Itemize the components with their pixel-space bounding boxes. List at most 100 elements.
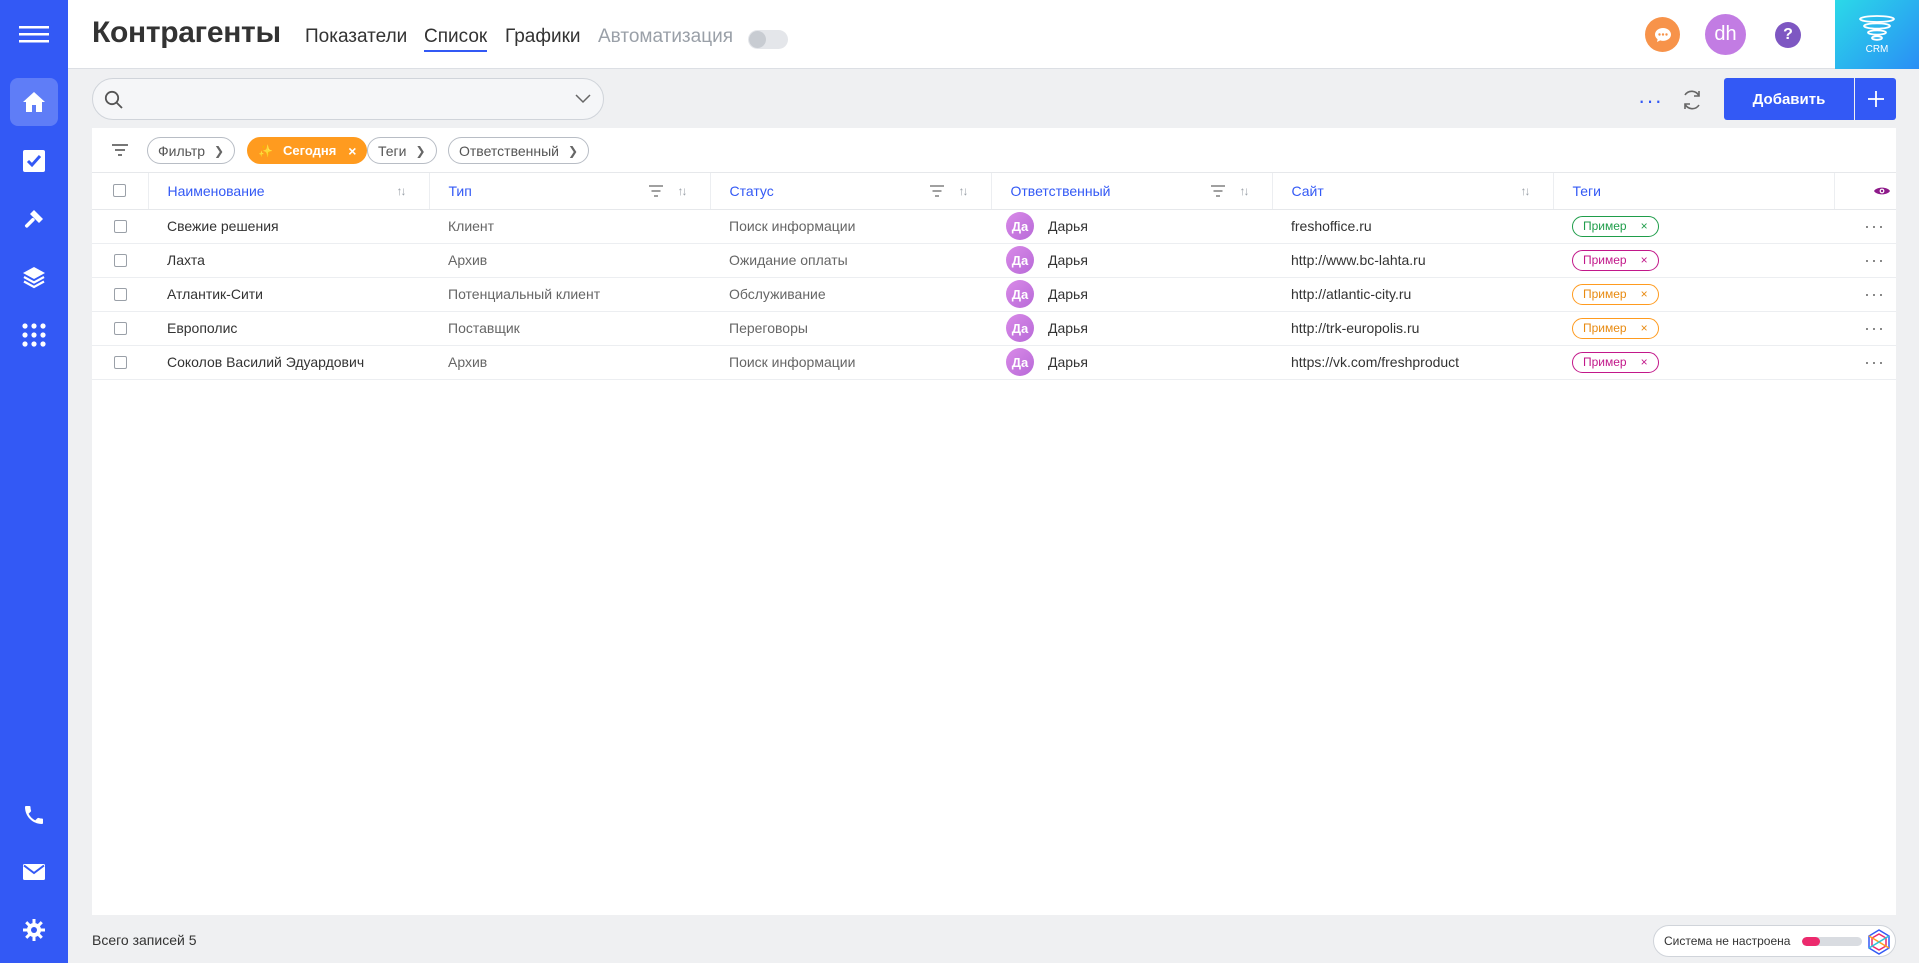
row-select-cell	[92, 345, 148, 380]
cell-site[interactable]: http://atlantic-city.ru	[1272, 277, 1553, 312]
column-filter-icon[interactable]	[1210, 184, 1226, 198]
menu-icon[interactable]	[10, 10, 58, 58]
tab-automation[interactable]: Автоматизация	[598, 26, 733, 48]
add-button[interactable]: Добавить	[1724, 78, 1854, 120]
tab-charts[interactable]: Графики	[505, 26, 581, 48]
column-header-site[interactable]: Сайт ↑↓	[1272, 173, 1554, 210]
close-icon[interactable]: ×	[1641, 321, 1648, 335]
close-icon[interactable]: ×	[1641, 219, 1648, 233]
column-header-name[interactable]: Наименование ↑↓	[148, 173, 430, 210]
refresh-icon[interactable]	[1680, 88, 1704, 112]
cell-name[interactable]: Свежие решения	[148, 209, 429, 244]
filter-chip-responsible[interactable]: Ответственный ❯	[448, 137, 590, 164]
table-row[interactable]: Соколов Василий Эдуардович Архив Поиск инф…	[92, 345, 1896, 380]
table-row[interactable]: Свежие решения Клиент Поиск информации Да Да…	[92, 209, 1896, 244]
sort-icon[interactable]: ↑↓	[1521, 184, 1531, 198]
column-header-tags[interactable]: Теги	[1553, 173, 1835, 210]
responsible-name: Дарья	[1048, 252, 1088, 268]
cell-site[interactable]: http://www.bc-lahta.ru	[1272, 243, 1553, 278]
cell-tags: Пример ×	[1553, 311, 1834, 346]
cell-status: Поиск информации	[710, 345, 991, 380]
cell-name[interactable]: Соколов Василий Эдуардович	[148, 345, 429, 380]
layers-icon[interactable]	[10, 253, 58, 301]
cell-type: Клиент	[429, 209, 710, 244]
tag-badge[interactable]: Пример ×	[1572, 215, 1659, 237]
cell-site[interactable]: https://vk.com/freshproduct	[1272, 345, 1553, 380]
eye-icon[interactable]	[1873, 185, 1891, 197]
cell-site[interactable]: http://trk-europolis.ru	[1272, 311, 1553, 346]
mail-icon[interactable]	[10, 848, 58, 896]
sort-icon[interactable]: ↑↓	[397, 184, 407, 198]
assistant-logo-icon[interactable]	[1865, 928, 1893, 956]
gear-icon[interactable]	[10, 906, 58, 954]
home-icon[interactable]	[10, 78, 58, 126]
filter-chip-filter[interactable]: Фильтр ❯	[147, 137, 236, 164]
search-input[interactable]	[131, 87, 551, 111]
row-checkbox[interactable]	[113, 253, 127, 267]
row-menu-icon[interactable]: ···	[1834, 243, 1896, 278]
chat-button[interactable]	[1645, 17, 1680, 52]
tab-indicators[interactable]: Показатели	[305, 26, 407, 48]
add-plus-button[interactable]	[1855, 78, 1896, 120]
column-label: Наименование	[167, 182, 265, 199]
cell-name[interactable]: Лахта	[148, 243, 429, 278]
row-menu-icon[interactable]: ···	[1834, 209, 1896, 244]
cell-name[interactable]: Европолис	[148, 311, 429, 346]
filter-lines-icon[interactable]	[111, 142, 129, 158]
cell-site[interactable]: freshoffice.ru	[1272, 209, 1553, 244]
sort-icon[interactable]: ↑↓	[678, 184, 688, 198]
close-icon[interactable]: ×	[1641, 355, 1648, 369]
tag-badge[interactable]: Пример ×	[1572, 317, 1659, 339]
table-row[interactable]: Атлантик-Сити Потенциальный клиент Обслужи…	[92, 277, 1896, 312]
column-label: Статус	[729, 182, 774, 199]
row-menu-icon[interactable]: ···	[1834, 345, 1896, 380]
user-avatar[interactable]: dh	[1705, 14, 1746, 55]
select-all-checkbox[interactable]	[113, 184, 127, 198]
row-checkbox[interactable]	[113, 355, 127, 369]
column-header-responsible[interactable]: Ответственный ↑↓	[991, 173, 1273, 210]
row-menu-icon[interactable]: ···	[1834, 277, 1896, 312]
crm-logo[interactable]: CRM	[1835, 0, 1919, 69]
responsible-name: Дарья	[1048, 354, 1088, 370]
more-options-icon[interactable]: ···	[1638, 90, 1663, 112]
avatar: Да	[1006, 314, 1034, 342]
sparkle-icon: ✨	[258, 143, 273, 158]
system-status-widget[interactable]: Система не настроена	[1653, 925, 1896, 957]
table-row[interactable]: Европолис Поставщик Переговоры Да Дарья http:…	[92, 311, 1896, 346]
tag-badge[interactable]: Пример ×	[1572, 283, 1659, 305]
setup-progress-bar	[1802, 936, 1863, 946]
row-menu-icon[interactable]: ···	[1834, 311, 1896, 346]
apps-grid-icon[interactable]	[10, 311, 58, 359]
tasks-icon[interactable]	[10, 137, 58, 185]
column-filter-icon[interactable]	[648, 184, 664, 198]
sort-icon[interactable]: ↑↓	[959, 184, 969, 198]
select-all-cell	[92, 173, 149, 210]
column-filter-icon[interactable]	[929, 184, 945, 198]
tab-list[interactable]: Список	[424, 26, 488, 52]
column-label: Тип	[448, 182, 472, 199]
cell-tags: Пример ×	[1553, 209, 1834, 244]
automation-toggle[interactable]	[748, 30, 788, 49]
row-checkbox[interactable]	[113, 287, 127, 301]
help-button[interactable]: ?	[1775, 22, 1801, 48]
tag-badge[interactable]: Пример ×	[1572, 249, 1659, 271]
search-box[interactable]	[92, 78, 604, 120]
cell-name[interactable]: Атлантик-Сити	[148, 277, 429, 312]
close-icon[interactable]: ×	[348, 143, 356, 159]
filter-chip-today[interactable]: ✨ Сегодня ×	[247, 137, 368, 164]
row-checkbox[interactable]	[113, 219, 127, 233]
table-row[interactable]: Лахта Архив Ожидание оплаты Да Дарья http://w…	[92, 243, 1896, 278]
phone-icon[interactable]	[10, 791, 58, 839]
sort-icon[interactable]: ↑↓	[1240, 184, 1250, 198]
filter-chip-tags[interactable]: Теги ❯	[367, 137, 437, 164]
close-icon[interactable]: ×	[1641, 253, 1648, 267]
column-header-type[interactable]: Тип ↑↓	[429, 173, 711, 210]
column-header-status[interactable]: Статус ↑↓	[710, 173, 992, 210]
row-checkbox[interactable]	[113, 321, 127, 335]
hammer-icon[interactable]	[10, 195, 58, 243]
tag-badge[interactable]: Пример ×	[1572, 351, 1659, 373]
close-icon[interactable]: ×	[1641, 287, 1648, 301]
cell-responsible: Да Дарья	[991, 209, 1272, 244]
cell-tags: Пример ×	[1553, 277, 1834, 312]
chevron-down-icon[interactable]	[575, 94, 591, 104]
